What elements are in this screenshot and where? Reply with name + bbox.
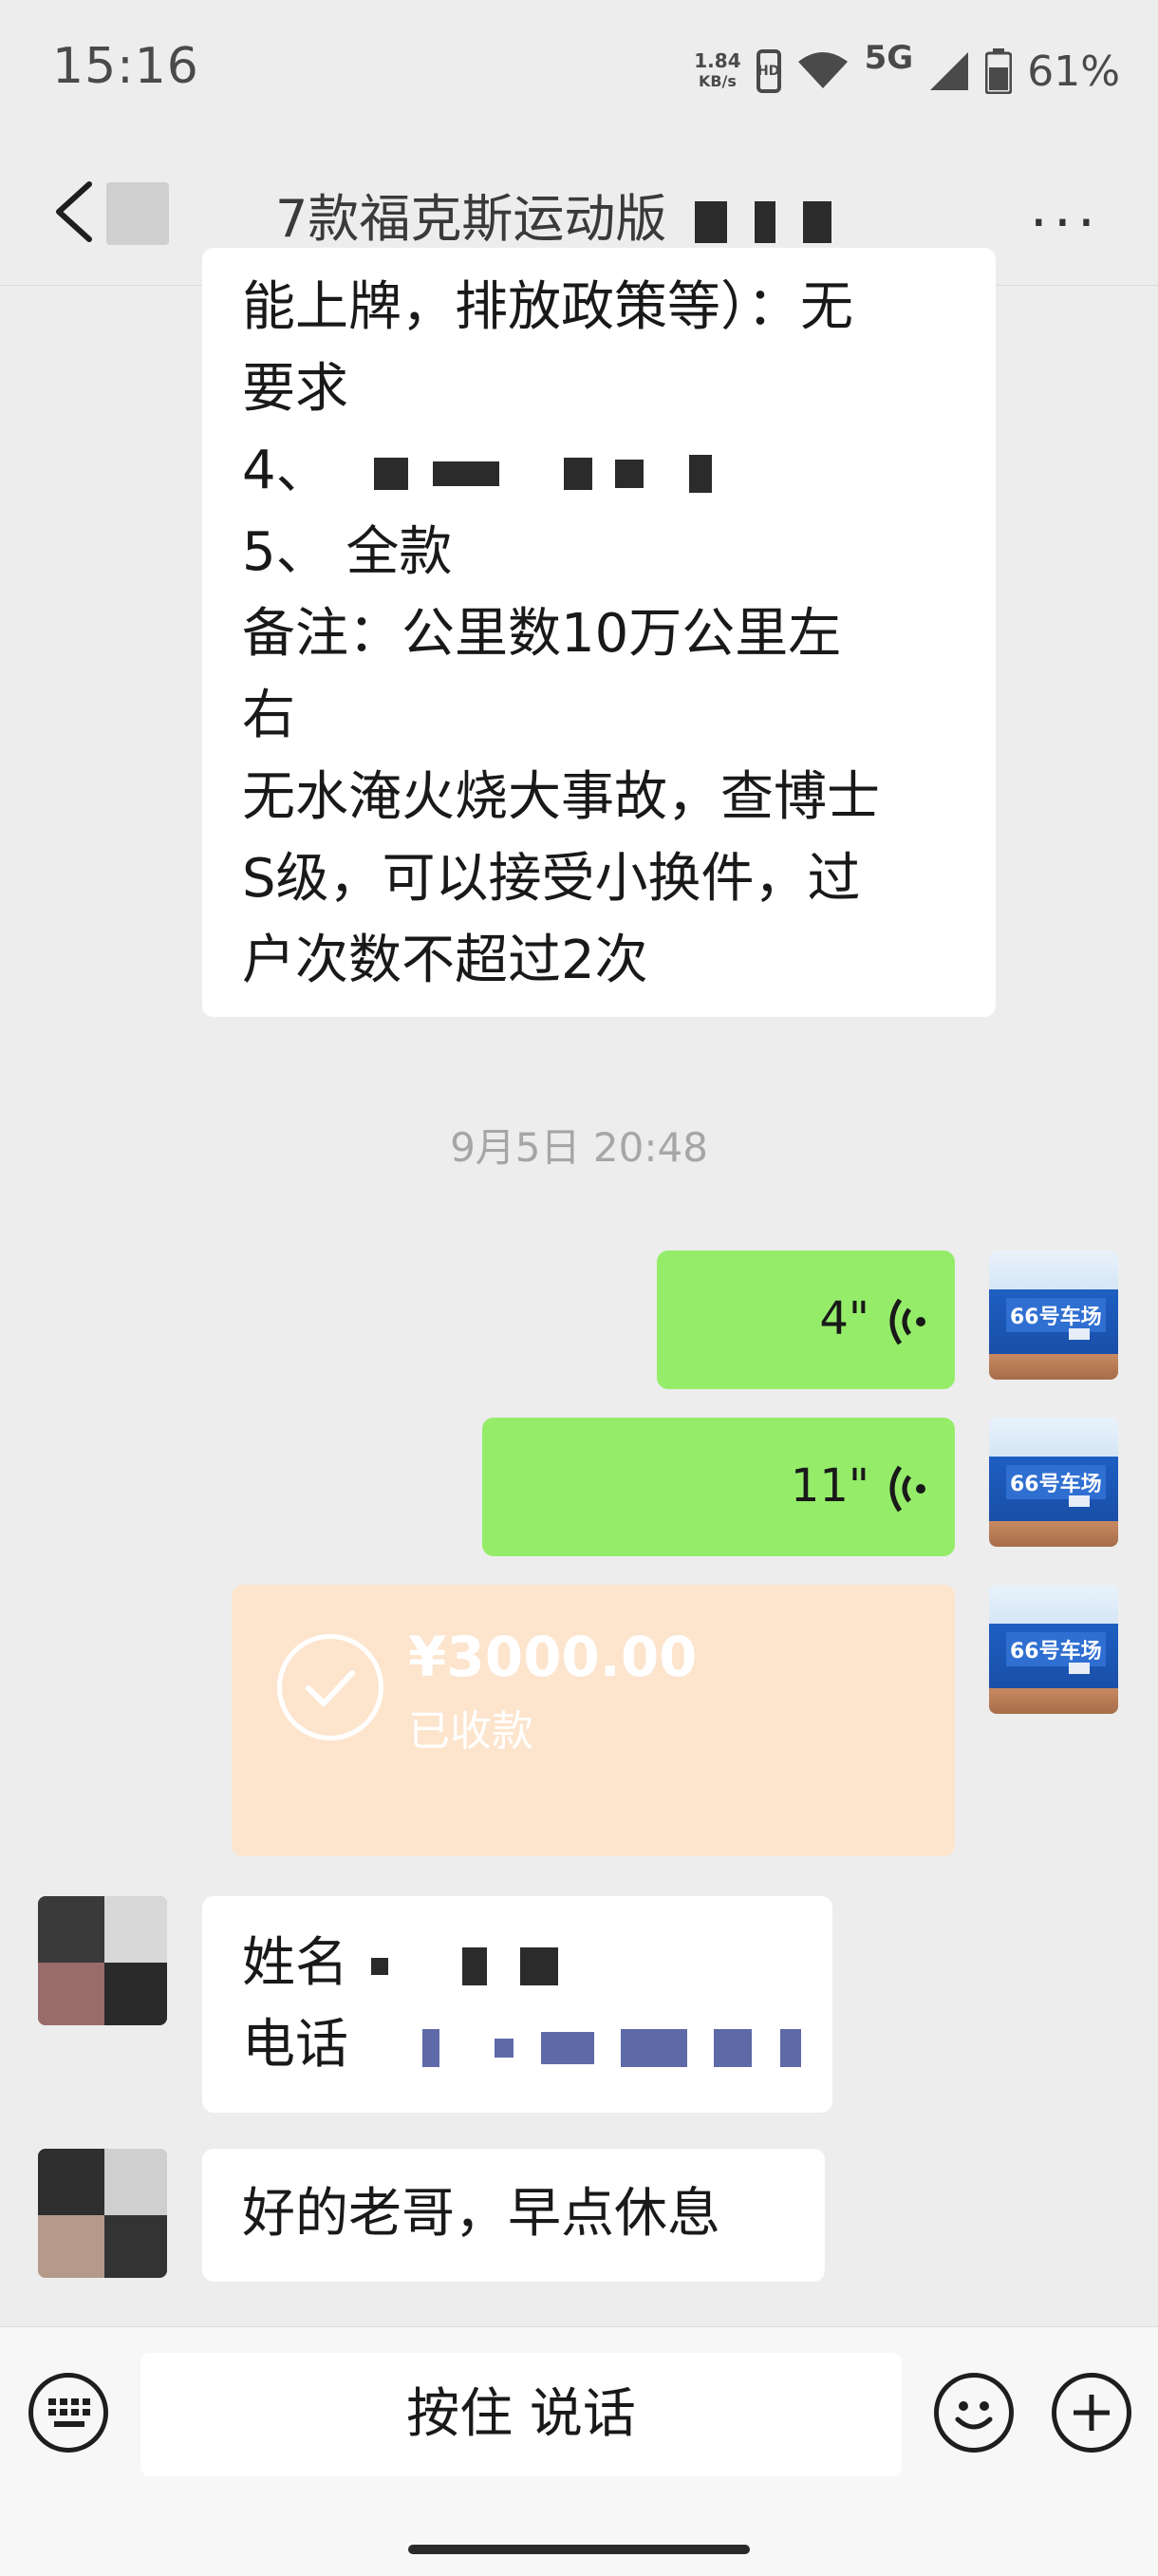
home-indicator[interactable] [408,2545,750,2554]
voice-message[interactable]: 11" [482,1418,955,1556]
plus-icon[interactable] [1052,2373,1131,2453]
voice-duration: 4" [819,1292,869,1345]
voice-duration: 11" [790,1459,869,1513]
keyboard-icon[interactable] [28,2373,108,2453]
my-avatar[interactable]: 66号车场 [989,1250,1118,1380]
incoming-text-message[interactable]: 好的老哥，早点休息 [202,2149,825,2282]
message-text: 好的老哥，早点休息 [242,2183,720,2245]
name-line: 姓名 [242,1923,801,2004]
battery-icon [985,48,1013,94]
received-check-icon [277,1634,383,1740]
contact-avatar[interactable] [38,1896,167,2025]
redacted-title [694,201,727,244]
message-timestamp: 9月5日 20:48 [450,1124,708,1171]
voice-wave-icon [889,1298,925,1345]
status-bar: 15:16 1.84 KB/s HD 5G 61% [0,0,1158,142]
wifi-icon [797,52,848,88]
voice-wave-icon [889,1465,925,1513]
battery-percent: 61% [1027,47,1120,96]
transfer-status: 已收款 [408,1707,533,1756]
phone-line: 电话 [242,2004,801,2086]
network-type: 5G [864,39,914,77]
hd-icon: HD [756,49,781,93]
my-avatar[interactable]: 66号车场 [989,1418,1118,1547]
status-time: 15:16 [52,38,199,95]
message-list: 能上牌，排放政策等）：无 要求 4、 5、 全款 备注：公里数10万公里左 右 … [0,248,1158,2325]
incoming-text-message[interactable]: 姓名 电话 [202,1896,832,2113]
signal-icon [930,52,969,90]
voice-message[interactable]: 4" [657,1250,955,1389]
contact-avatar[interactable] [38,2149,167,2278]
back-arrow-icon[interactable] [47,179,104,245]
transfer-amount: ¥3000.00 [408,1625,698,1689]
redacted-line: 4、 [242,430,973,512]
emoji-icon[interactable] [934,2373,1014,2453]
transfer-message[interactable]: ¥3000.00 已收款 [232,1585,955,1856]
header-avatar [106,182,169,245]
incoming-text-message[interactable]: 能上牌，排放政策等）：无 要求 4、 5、 全款 备注：公里数10万公里左 右 … [202,248,996,1017]
network-speed: 1.84 KB/s [694,49,741,90]
chat-title: 7款福克斯运动版 [275,177,883,252]
hold-to-talk-button[interactable]: 按住 说话 [140,2353,902,2476]
my-avatar[interactable]: 66号车场 [989,1585,1118,1714]
message-text: 能上牌，排放政策等）：无 要求 4、 5、 全款 备注：公里数10万公里左 右 … [242,267,973,1002]
more-options-button[interactable]: ··· [1030,190,1101,256]
input-bar: 按住 说话 [0,2326,1158,2576]
status-icons: 1.84 KB/s HD 5G 61% [694,39,1120,100]
